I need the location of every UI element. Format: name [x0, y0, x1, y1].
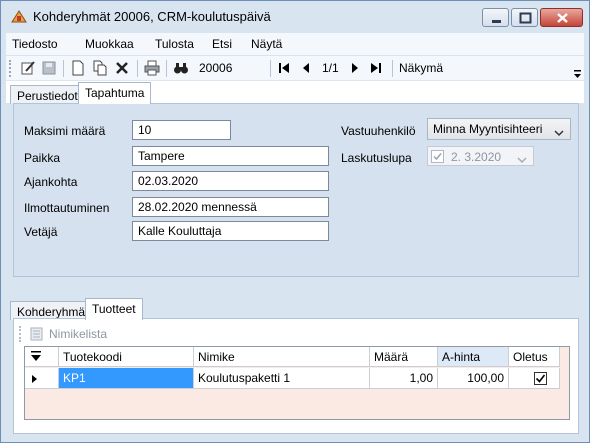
row-selector-header[interactable]: [25, 347, 59, 367]
toolbar-separator: [137, 60, 138, 77]
toolbar: 20006 1/1 Näkymä: [6, 56, 584, 81]
table-cell-price[interactable]: 100,00: [438, 368, 509, 389]
top-tabstrip: Perustiedot Tapahtuma: [6, 81, 584, 104]
copy-icon[interactable]: [92, 60, 108, 76]
table-cell-name[interactable]: Koulutuspaketti 1: [194, 368, 370, 389]
menu-bar: Tiedosto Muokkaa Tulosta Etsi Näytä: [6, 33, 584, 55]
chevron-down-icon: [554, 126, 564, 140]
invoicing-date: 2. 3.2020: [451, 150, 502, 164]
column-header-default[interactable]: Oletus: [509, 347, 560, 367]
record-number[interactable]: 20006: [199, 61, 232, 75]
table-cell-code[interactable]: KP1: [59, 368, 194, 389]
title-bar: Kohderyhmät 20006, CRM-koulutuspäivä: [1, 1, 589, 31]
checkbox-icon[interactable]: [431, 150, 444, 166]
last-record-icon[interactable]: [368, 60, 384, 76]
place-label: Paikka: [24, 151, 61, 165]
tab-tuotteet[interactable]: Tuotteet: [85, 298, 143, 320]
toolbar-separator: [270, 60, 271, 77]
table-cell-qty[interactable]: 1,00: [370, 368, 438, 389]
checkbox-checked-icon[interactable]: [534, 372, 547, 388]
products-grid: Tuotekoodi Nimike Määrä A-hinta Oletus K…: [24, 346, 570, 420]
list-icon: [30, 327, 44, 344]
leader-label: Vetäjä: [24, 225, 58, 239]
time-label: Ajankohta: [24, 175, 78, 189]
menu-tiedosto[interactable]: Tiedosto: [12, 37, 58, 51]
toolbar-overflow-icon[interactable]: [573, 69, 582, 79]
menu-nayta[interactable]: Näytä: [251, 37, 282, 51]
max-label: Maksimi määrä: [24, 124, 106, 138]
toolbar-separator: [166, 60, 167, 77]
toolbar-grip: [9, 60, 12, 77]
max-field[interactable]: 10: [132, 120, 231, 140]
first-record-icon[interactable]: [276, 60, 292, 76]
column-header-code[interactable]: Tuotekoodi: [59, 347, 194, 367]
menu-muokkaa[interactable]: Muokkaa: [85, 37, 134, 51]
toolbar-separator: [392, 60, 393, 77]
binoculars-icon[interactable]: [173, 60, 189, 76]
table-cell-default[interactable]: [509, 368, 560, 389]
chevron-down-icon: [517, 153, 527, 167]
record-position: 1/1: [322, 61, 339, 75]
tab-tapahtuma[interactable]: Tapahtuma: [78, 82, 152, 104]
print-icon[interactable]: [144, 60, 160, 76]
responsible-label: Vastuuhenkilö: [341, 124, 416, 138]
menu-etsi[interactable]: Etsi: [212, 37, 232, 51]
invoicing-date-picker[interactable]: 2. 3.2020: [427, 146, 534, 166]
previous-record-icon[interactable]: [298, 60, 314, 76]
toolbar-grip: [19, 326, 22, 342]
products-toolbar: Nimikelista: [13, 320, 569, 346]
leader-field[interactable]: Kalle Kouluttaja: [132, 221, 329, 241]
menu-tulosta[interactable]: Tulosta: [155, 37, 194, 51]
toolbar-separator: [63, 60, 64, 77]
registration-label: Ilmottautuminen: [24, 201, 110, 215]
column-header-name[interactable]: Nimike: [194, 347, 370, 367]
app-logo-icon: [11, 10, 27, 23]
maximize-button[interactable]: [511, 8, 538, 27]
time-field[interactable]: 02.03.2020: [132, 171, 329, 191]
edit-icon[interactable]: [20, 60, 36, 76]
column-header-qty[interactable]: Määrä: [370, 347, 438, 367]
item-list-button[interactable]: Nimikelista: [49, 327, 107, 341]
minimize-button[interactable]: [482, 8, 509, 27]
bottom-tabstrip: Kohderyhmä Tuotteet: [6, 297, 584, 320]
column-header-price[interactable]: A-hinta: [438, 347, 509, 367]
responsible-value: Minna Myyntisihteeri: [433, 122, 543, 136]
close-button[interactable]: [540, 8, 583, 27]
view-menu[interactable]: Näkymä: [399, 61, 443, 75]
tab-perustiedot[interactable]: Perustiedot: [10, 85, 85, 104]
save-icon[interactable]: [41, 60, 57, 76]
responsible-dropdown[interactable]: Minna Myyntisihteeri: [427, 118, 571, 140]
event-form-panel: Maksimi määrä 10 Paikka Tampere Ajankoht…: [13, 103, 579, 277]
invoicing-label: Laskutuslupa: [341, 151, 412, 165]
next-record-icon[interactable]: [347, 60, 363, 76]
delete-icon[interactable]: [114, 60, 130, 76]
window: Kohderyhmät 20006, CRM-koulutuspäivä Tie…: [0, 0, 590, 443]
place-field[interactable]: Tampere: [132, 146, 329, 166]
window-title: Kohderyhmät 20006, CRM-koulutuspäivä: [33, 9, 271, 24]
registration-field[interactable]: 28.02.2020 mennessä: [132, 197, 329, 217]
row-selector[interactable]: [25, 368, 59, 389]
new-document-icon[interactable]: [70, 60, 86, 76]
